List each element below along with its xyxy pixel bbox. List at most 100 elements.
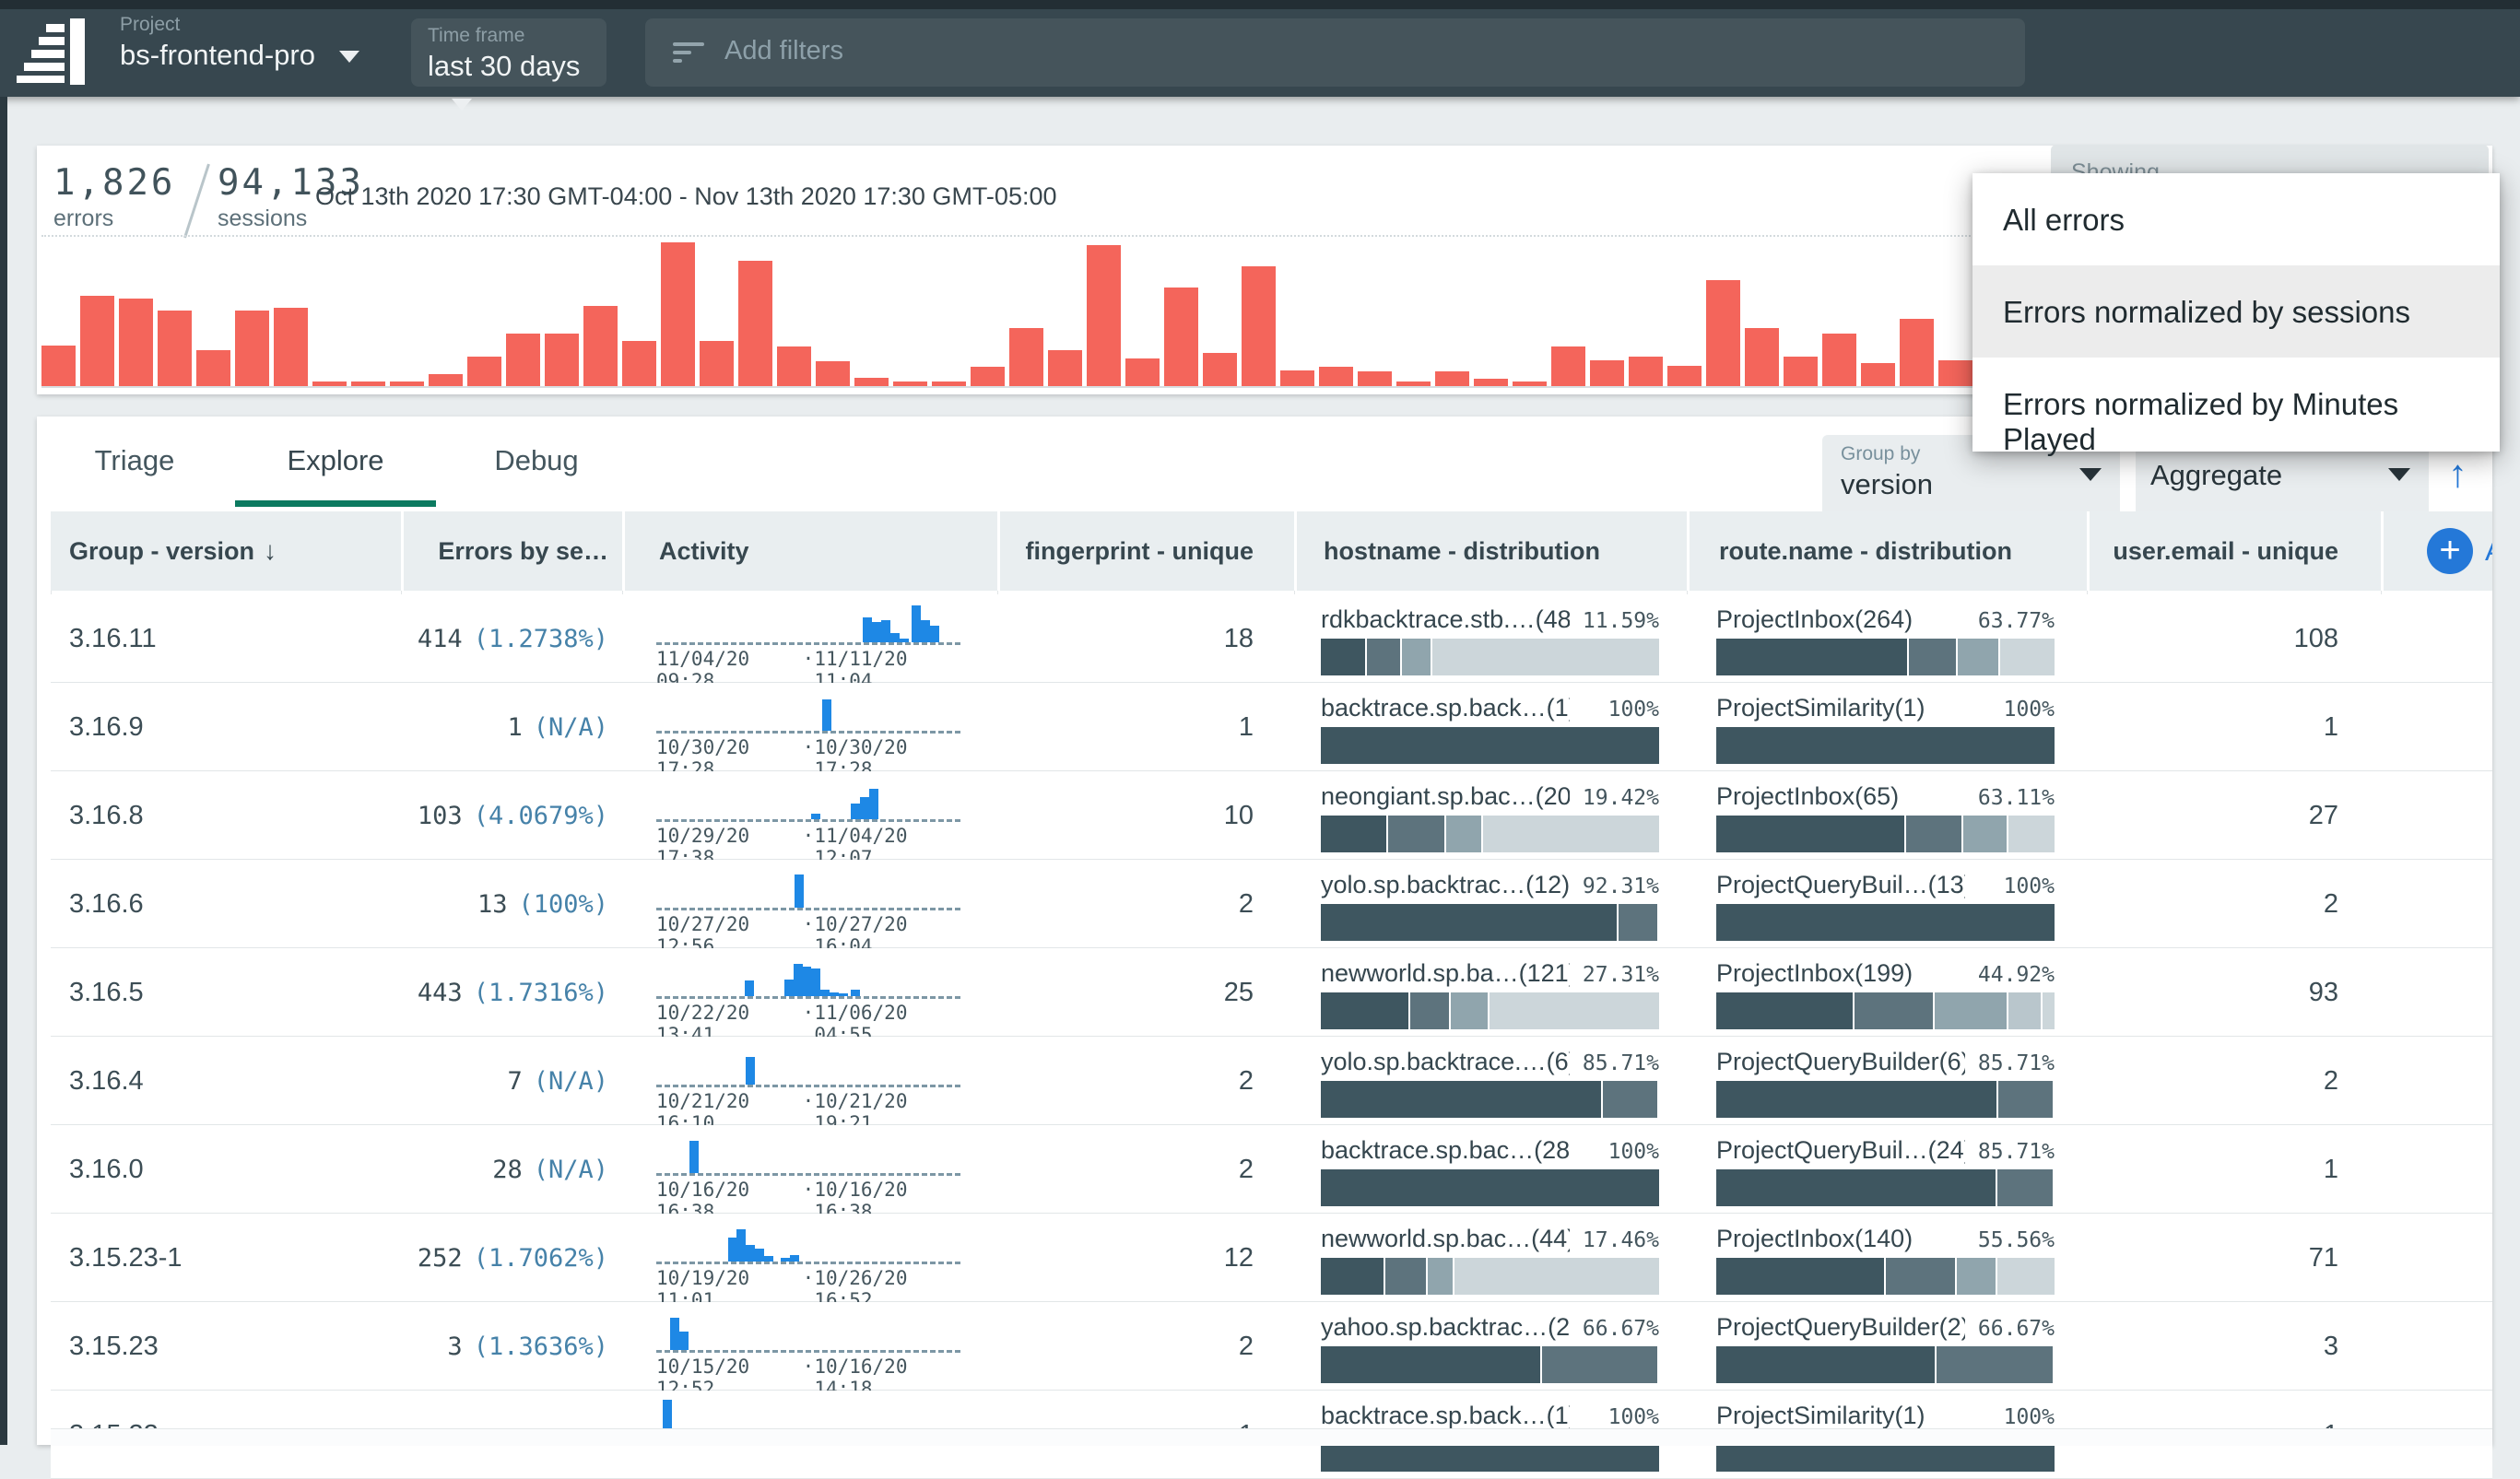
histogram-bar[interactable] [1358,371,1392,386]
table-row[interactable]: 3.16.11414(1.2738%)11/04/20 09:28·11/11/… [51,594,2492,683]
column-header-activity[interactable]: Activity [622,511,997,591]
table-row[interactable]: 3.16.613(100%)10/27/20 12:56·10/27/20 16… [51,860,2492,948]
histogram-bar[interactable] [1087,245,1121,386]
sparkline-bar [790,1255,799,1262]
add-filters-input[interactable]: Add filters [645,18,2025,87]
histogram-bar[interactable] [816,361,850,386]
histogram-bar[interactable] [622,341,656,386]
histogram-bar[interactable] [1551,346,1585,386]
histogram-bar[interactable] [971,367,1005,386]
histogram-bar[interactable] [1280,370,1314,386]
menu-item-errors-normalized-minutes[interactable]: Errors normalized by Minutes Played [1972,358,2500,450]
histogram-bar[interactable] [467,357,501,386]
histogram-bar[interactable] [119,299,153,386]
column-header-route-name[interactable]: route.name - distribution [1687,511,2087,591]
column-header-fingerprint[interactable]: fingerprint - unique [997,511,1294,591]
histogram-bar[interactable] [274,308,308,386]
histogram-bar[interactable] [661,242,695,386]
histogram-bar[interactable] [1745,328,1779,386]
table-row[interactable]: 3.16.5443(1.7316%)10/22/20 13:41·11/06/2… [51,948,2492,1037]
histogram-bar[interactable] [235,311,269,386]
histogram-bar[interactable] [1513,381,1547,386]
histogram-bar[interactable] [41,346,76,386]
histogram-bar[interactable] [545,334,579,386]
histogram-bar[interactable] [80,296,114,386]
histogram-bar[interactable] [1048,350,1082,387]
table-row[interactable]: 3.16.028(N/A)10/16/20 16:38·10/16/20 16:… [51,1125,2492,1214]
histogram-bar[interactable] [429,374,463,386]
group-version-cell: 3.16.8 [51,771,401,860]
histogram-bar[interactable] [390,381,424,386]
timeframe-value: last 30 days [428,50,580,82]
column-header-hostname[interactable]: hostname - distribution [1294,511,1687,591]
menu-item-all-errors[interactable]: All errors [1972,173,2500,265]
histogram-bar[interactable] [506,334,540,386]
histogram-bar[interactable] [158,311,192,386]
histogram-bar[interactable] [738,261,772,386]
histogram-bar[interactable] [1164,288,1198,386]
horizontal-scrollbar[interactable] [51,1428,2492,1446]
histogram-bar[interactable] [777,346,811,386]
column-header-errors[interactable]: Errors by se… [401,511,622,591]
route-distribution-cell: ProjectInbox(199)44.92% [1687,948,2087,1037]
add-column-plus-icon[interactable]: + [2427,528,2473,574]
histogram-bar[interactable] [1203,353,1237,386]
histogram-bar[interactable] [1125,358,1160,386]
backtrace-logo-icon[interactable] [31,18,85,85]
menu-item-errors-normalized-sessions[interactable]: Errors normalized by sessions [1972,265,2500,358]
errors-cell: 28(N/A) [401,1125,622,1214]
histogram-bar[interactable] [583,306,618,386]
histogram-bar[interactable] [1706,280,1740,386]
tab-debug[interactable]: Debug [436,444,637,477]
histogram-bar[interactable] [312,381,347,386]
table-row[interactable]: 3.16.91(N/A)10/30/20 17:28·10/30/20 17:2… [51,683,2492,771]
distribution-head: ProjectQueryBuil…(24)85.71% [1716,1136,2055,1165]
histogram-bar[interactable] [854,378,889,386]
timeframe-selector[interactable]: Time frame last 30 days [411,18,606,87]
histogram-bar[interactable] [1590,360,1624,386]
distribution-segment [1958,639,2000,675]
table-row[interactable]: 3.16.47(N/A)10/21/20 16:10·10/21/20 19:2… [51,1037,2492,1125]
histogram-bar[interactable] [1009,328,1043,386]
fingerprint-cell: 2 [997,1125,1294,1214]
column-header-group-version[interactable]: Group - version↓ [51,511,401,591]
histogram-bar[interactable] [1474,379,1508,386]
histogram-bar[interactable] [700,341,734,386]
hostname-distribution-cell: backtrace.sp.back…(1)100% [1294,683,1687,771]
sparkline-bar [689,1141,699,1173]
histogram-bar[interactable] [1784,357,1818,386]
project-selector[interactable]: Project bs-frontend-pro [120,13,359,74]
distribution-bar [1321,1169,1659,1206]
tab-triage[interactable]: Triage [34,444,235,477]
histogram-bar[interactable] [932,381,966,386]
histogram-bar[interactable] [1938,360,1972,386]
distribution-percent: 55.56% [1978,1228,2055,1252]
histogram-bar[interactable] [1822,334,1856,386]
table-row[interactable]: 3.15.23-1252(1.7062%)10/19/20 11:01·10/2… [51,1214,2492,1302]
column-header-user-email[interactable]: user.email - unique [2087,511,2381,591]
histogram-bar[interactable] [1861,363,1895,386]
fingerprint-cell: 12 [997,1214,1294,1302]
distribution: backtrace.sp.back…(1)100% [1321,683,1659,771]
histogram-bar[interactable] [1435,371,1469,386]
distribution-label: newworld.sp.ba…(121) [1321,959,1570,988]
histogram-bar[interactable] [196,350,230,387]
errors-value: 3(1.3636%) [447,1332,608,1361]
histogram-bar[interactable] [1629,357,1663,386]
histogram-bar[interactable] [1667,366,1702,386]
histogram-bar[interactable] [351,381,385,386]
histogram-bar[interactable] [893,381,927,386]
histogram-bar[interactable] [1396,381,1431,386]
column-header-add[interactable]: + Ad [2381,511,2492,591]
errors-count: 414 [418,625,463,653]
table-row[interactable]: 3.15.233(1.3636%)10/15/20 12:52·10/16/20… [51,1302,2492,1391]
table-row[interactable]: 3.16.8103(4.0679%)10/29/20 17:38·11/04/2… [51,771,2492,860]
histogram-bar[interactable] [1900,319,1934,386]
route-distribution-cell: ProjectInbox(264)63.77% [1687,594,2087,683]
sort-direction-icon[interactable]: ↑ [2448,452,2467,496]
timeframe-label: Time frame [428,24,606,48]
distribution-percent: 85.71% [1978,1140,2055,1164]
histogram-bar[interactable] [1319,367,1353,386]
histogram-bar[interactable] [1242,266,1276,386]
tab-explore[interactable]: Explore [235,444,436,477]
